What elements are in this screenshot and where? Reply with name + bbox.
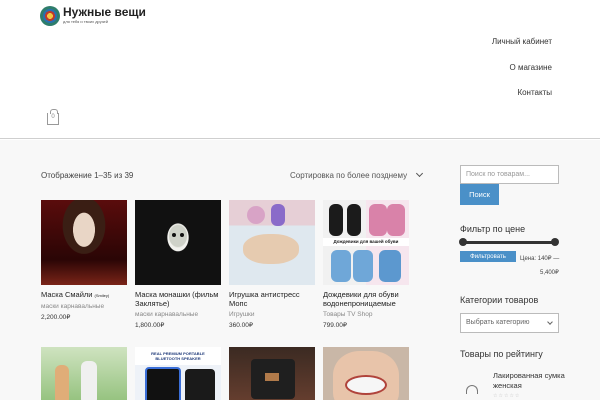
product-card[interactable] [323, 347, 409, 400]
product-image-nun-mask[interactable] [135, 200, 221, 285]
category-select[interactable]: Выбрать категорию [460, 313, 559, 333]
nav-about-link[interactable]: О магазине [510, 63, 553, 72]
chevron-down-icon [547, 319, 553, 325]
logo-emblem-icon [40, 6, 60, 26]
rated-product-thumbnail[interactable] [458, 379, 484, 399]
nav-account-link[interactable]: Личный кабинет [492, 37, 552, 46]
product-category[interactable]: Товары TV Shop [323, 311, 409, 318]
image-label-text: REAL PREMIUM PORTABLE BLUETOOTH SPEAKER [151, 351, 205, 361]
price-filter-title: Фильтр по цене [460, 224, 526, 234]
top-rated-title: Товары по рейтингу [460, 349, 543, 359]
ordering-label: Сортировка по более позднему [290, 171, 408, 180]
product-image-mouth-stretcher[interactable] [323, 347, 409, 400]
shop-main: Отображение 1–35 из 39 Сортировка по бол… [0, 140, 600, 400]
product-title[interactable]: Маска монашки (фильм Заклятье) [135, 290, 221, 308]
product-title[interactable]: Игрушка антистресс Мопс [229, 290, 315, 308]
ordering-select[interactable]: Сортировка по более позднему [290, 169, 424, 180]
product-price: 799.00₽ [323, 322, 348, 329]
search-button[interactable]: Поиск [460, 184, 499, 205]
price-range-label: Цена: 140₽ —5,400₽ [520, 256, 560, 276]
product-card[interactable]: Дождевики для вашей обуви Дождевики для … [323, 200, 409, 329]
cart-icon[interactable]: 0 [47, 109, 59, 125]
cart-count: 0 [51, 114, 55, 120]
product-image-bag[interactable] [229, 347, 315, 400]
product-title[interactable]: Маска Смайли (Smiley) [41, 290, 127, 300]
product-card[interactable] [229, 347, 315, 400]
price-slider-max-handle[interactable] [551, 238, 559, 246]
product-price: 2,200.00₽ [41, 314, 71, 321]
site-tagline: для тебя и твоих друзей [63, 19, 108, 24]
rated-product-title[interactable]: Лакированная сумка женская [493, 371, 573, 391]
site-header: Нужные вещи для тебя и твоих друзей Личн… [0, 0, 600, 139]
chevron-down-icon [416, 169, 424, 178]
rating-stars: ☆☆☆☆☆ [493, 393, 521, 399]
product-price: 1,800.00₽ [135, 322, 165, 329]
filter-button[interactable]: Фильтровать [460, 251, 516, 262]
product-title[interactable]: Дождевики для обуви водонепроницаемые [323, 290, 409, 308]
product-card[interactable]: REAL PREMIUM PORTABLE BLUETOOTH SPEAKER [135, 347, 221, 400]
product-category[interactable]: маски карнавальные [41, 303, 127, 310]
product-price: 360.00₽ [229, 322, 254, 329]
image-banner-text: Дождевики для вашей обуви [323, 238, 409, 246]
nav-contacts-link[interactable]: Контакты [517, 88, 552, 97]
site-title: Нужные вещи [63, 5, 146, 19]
categories-title: Категории товаров [460, 295, 539, 305]
product-image-pug-toy[interactable] [229, 200, 315, 285]
site-logo[interactable]: Нужные вещи для тебя и твоих друзей [40, 6, 146, 26]
product-card[interactable] [41, 347, 127, 400]
product-card[interactable]: Игрушка антистресс Мопс Игрушки 360.00₽ [229, 200, 315, 329]
product-category[interactable]: маски карнавальные [135, 311, 221, 318]
product-image-smiley-mask[interactable] [41, 200, 127, 285]
product-search-input[interactable]: Поиск по товарам... [460, 165, 559, 184]
product-image-shoe-covers[interactable]: Дождевики для вашей обуви [323, 200, 409, 285]
product-image-family-park[interactable] [41, 347, 127, 400]
result-count: Отображение 1–35 из 39 [41, 171, 134, 180]
price-slider-track[interactable] [463, 241, 556, 244]
product-card[interactable]: Маска Смайли (Smiley) маски карнавальные… [41, 200, 127, 321]
category-select-value: Выбрать категорию [466, 319, 530, 326]
product-image-speaker[interactable]: REAL PREMIUM PORTABLE BLUETOOTH SPEAKER [135, 347, 221, 400]
price-slider-min-handle[interactable] [459, 238, 467, 246]
product-category[interactable]: Игрушки [229, 311, 315, 318]
product-card[interactable]: Маска монашки (фильм Заклятье) маски кар… [135, 200, 221, 329]
